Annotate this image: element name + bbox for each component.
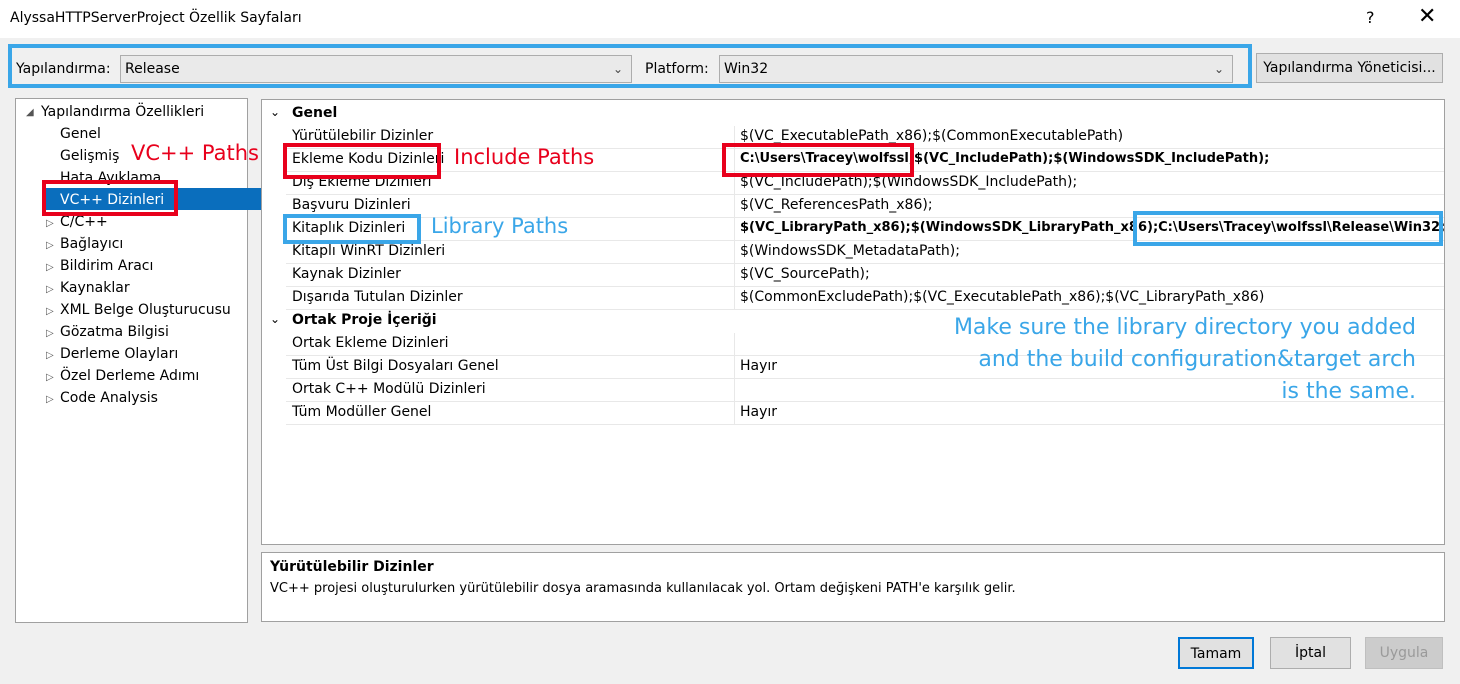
annotation-box-include-dirs [283,143,441,179]
annotation-note-line: Make sure the library directory you adde… [953,315,1416,340]
collapsed-triangle-icon[interactable]: ▷ [46,240,54,251]
tree-item-gozatma[interactable]: Gözatma Bilgisi [60,324,169,340]
annotation-box-vc-directories [42,180,178,216]
window-title: AlyssaHTTPServerProject Özellik Sayfalar… [10,10,302,26]
collapsed-triangle-icon[interactable]: ▷ [46,306,54,317]
annotation-include-paths: Include Paths [454,145,595,169]
property-value[interactable]: $(VC_SourcePath); [740,266,870,282]
collapsed-triangle-icon[interactable]: ▷ [46,350,54,361]
annotation-library-paths: Library Paths [431,214,569,238]
tree-item-ozel-derleme[interactable]: Özel Derleme Adımı [60,368,199,384]
property-value[interactable]: Hayır [740,404,777,420]
property-tree: ◢ Yapılandırma Özellikleri Genel Gelişmi… [15,98,262,623]
property-value[interactable]: $(WindowsSDK_MetadataPath); [740,243,960,259]
collapsed-triangle-icon[interactable]: ▷ [46,284,54,295]
chevron-down-icon: ⌄ [612,62,623,76]
description-title: Yürütülebilir Dizinler [270,559,434,575]
tree-item-gelismis[interactable]: Gelişmiş [60,148,119,164]
tree-item-kaynaklar[interactable]: Kaynaklar [60,280,130,296]
column-divider [734,195,735,217]
tree-item-xml-belge[interactable]: XML Belge Oluşturucusu [60,302,231,318]
platform-combo[interactable]: Win32 ⌄ [719,55,1233,83]
annotation-box-library-dirs [283,214,421,244]
annotation-note-line: is the same. [1281,379,1416,404]
column-divider [734,287,735,309]
configuration-combo[interactable]: Release ⌄ [120,55,632,83]
chevron-down-icon[interactable]: ⌄ [270,105,280,119]
tree-item-genel[interactable]: Genel [60,126,101,142]
expanded-triangle-icon[interactable]: ◢ [26,107,34,118]
property-name: Ortak C++ Modülü Dizinleri [292,381,486,397]
property-name: Kaynak Dizinler [292,266,401,282]
tree-item-baglayici[interactable]: Bağlayıcı [60,236,123,252]
property-value[interactable]: $(VC_ExecutablePath_x86);$(CommonExecuta… [740,128,1123,144]
chevron-down-icon: ⌄ [1213,62,1224,76]
description-text: VC++ projesi oluşturulurken yürütülebili… [270,581,1016,596]
property-name: Yürütülebilir Dizinler [292,128,434,144]
collapsed-triangle-icon[interactable]: ▷ [46,262,54,273]
property-name: Kitaplı WinRT Dizinleri [292,243,446,259]
column-divider [734,241,735,263]
property-value[interactable]: Hayır [740,358,777,374]
column-divider [734,402,735,424]
property-name: Tüm Modüller Genel [292,404,432,420]
property-value[interactable]: $(VC_ReferencesPath_x86); [740,197,933,213]
tree-root[interactable]: Yapılandırma Özellikleri [41,104,204,120]
category-label: Genel [292,105,338,121]
tree-item-code-analysis[interactable]: Code Analysis [60,390,158,406]
description-panel: Yürütülebilir Dizinler VC++ projesi oluş… [261,552,1445,622]
column-divider [734,333,735,355]
configuration-value: Release [125,61,180,77]
property-value[interactable]: $(CommonExcludePath);$(VC_ExecutablePath… [740,289,1264,305]
ok-button[interactable]: Tamam [1178,637,1254,669]
annotation-note-line: and the build configuration&target arch [978,347,1416,372]
title-bar: AlyssaHTTPServerProject Özellik Sayfalar… [0,0,1460,38]
tree-item-derleme-olaylari[interactable]: Derleme Olayları [60,346,178,362]
collapsed-triangle-icon[interactable]: ▷ [46,218,54,229]
column-divider [734,379,735,401]
close-icon[interactable]: ✕ [1418,4,1436,29]
property-name: Dışarıda Tutulan Dizinler [292,289,463,305]
platform-value: Win32 [724,61,769,77]
help-button[interactable]: ? [1366,8,1375,27]
collapsed-triangle-icon[interactable]: ▷ [46,394,54,405]
tree-item-cpp[interactable]: C/C++ [60,214,108,230]
annotation-box-library-value [1133,211,1443,246]
column-divider [734,264,735,286]
apply-button[interactable]: Uygula [1365,637,1443,669]
platform-label: Platform: [645,61,709,77]
annotation-vc-paths: VC++ Paths [131,141,259,165]
configuration-label: Yapılandırma: [16,61,111,77]
collapsed-triangle-icon[interactable]: ▷ [46,372,54,383]
column-divider [734,218,735,240]
property-name: Başvuru Dizinleri [292,197,411,213]
column-divider [734,356,735,378]
category-genel[interactable]: ⌄ Genel [262,103,1442,126]
collapsed-triangle-icon[interactable]: ▷ [46,328,54,339]
table-row[interactable]: Dışarıda Tutulan Dizinler $(CommonExclud… [286,287,1444,310]
cancel-button[interactable]: İptal [1270,637,1351,669]
tree-item-bildirim-araci[interactable]: Bildirim Aracı [60,258,153,274]
category-label: Ortak Proje İçeriği [292,312,437,328]
table-row[interactable]: Kaynak Dizinler $(VC_SourcePath); [286,264,1444,287]
chevron-down-icon[interactable]: ⌄ [270,312,280,326]
configuration-manager-button[interactable]: Yapılandırma Yöneticisi... [1256,53,1443,83]
property-name: Ortak Ekleme Dizinleri [292,335,449,351]
annotation-box-include-value [722,143,914,177]
annotation-note: Make sure the library directory you adde… [930,312,1416,408]
property-name: Tüm Üst Bilgi Dosyaları Genel [292,358,499,374]
